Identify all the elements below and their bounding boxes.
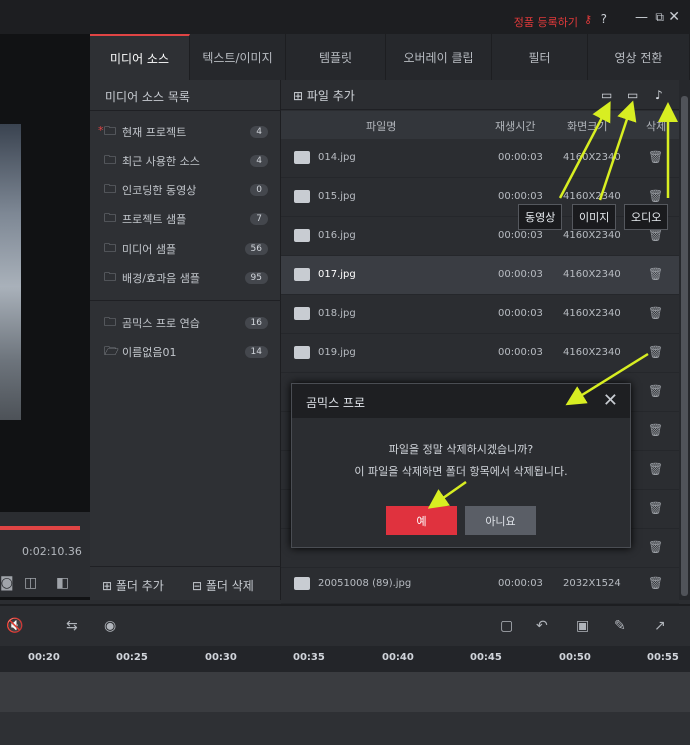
arrow-to-yes bbox=[427, 480, 467, 509]
arrow-to-trash bbox=[565, 352, 649, 406]
arrow-to-video-filter bbox=[558, 101, 611, 199]
arrow-to-image-filter bbox=[598, 100, 637, 201]
annotation-arrows bbox=[427, 100, 678, 509]
